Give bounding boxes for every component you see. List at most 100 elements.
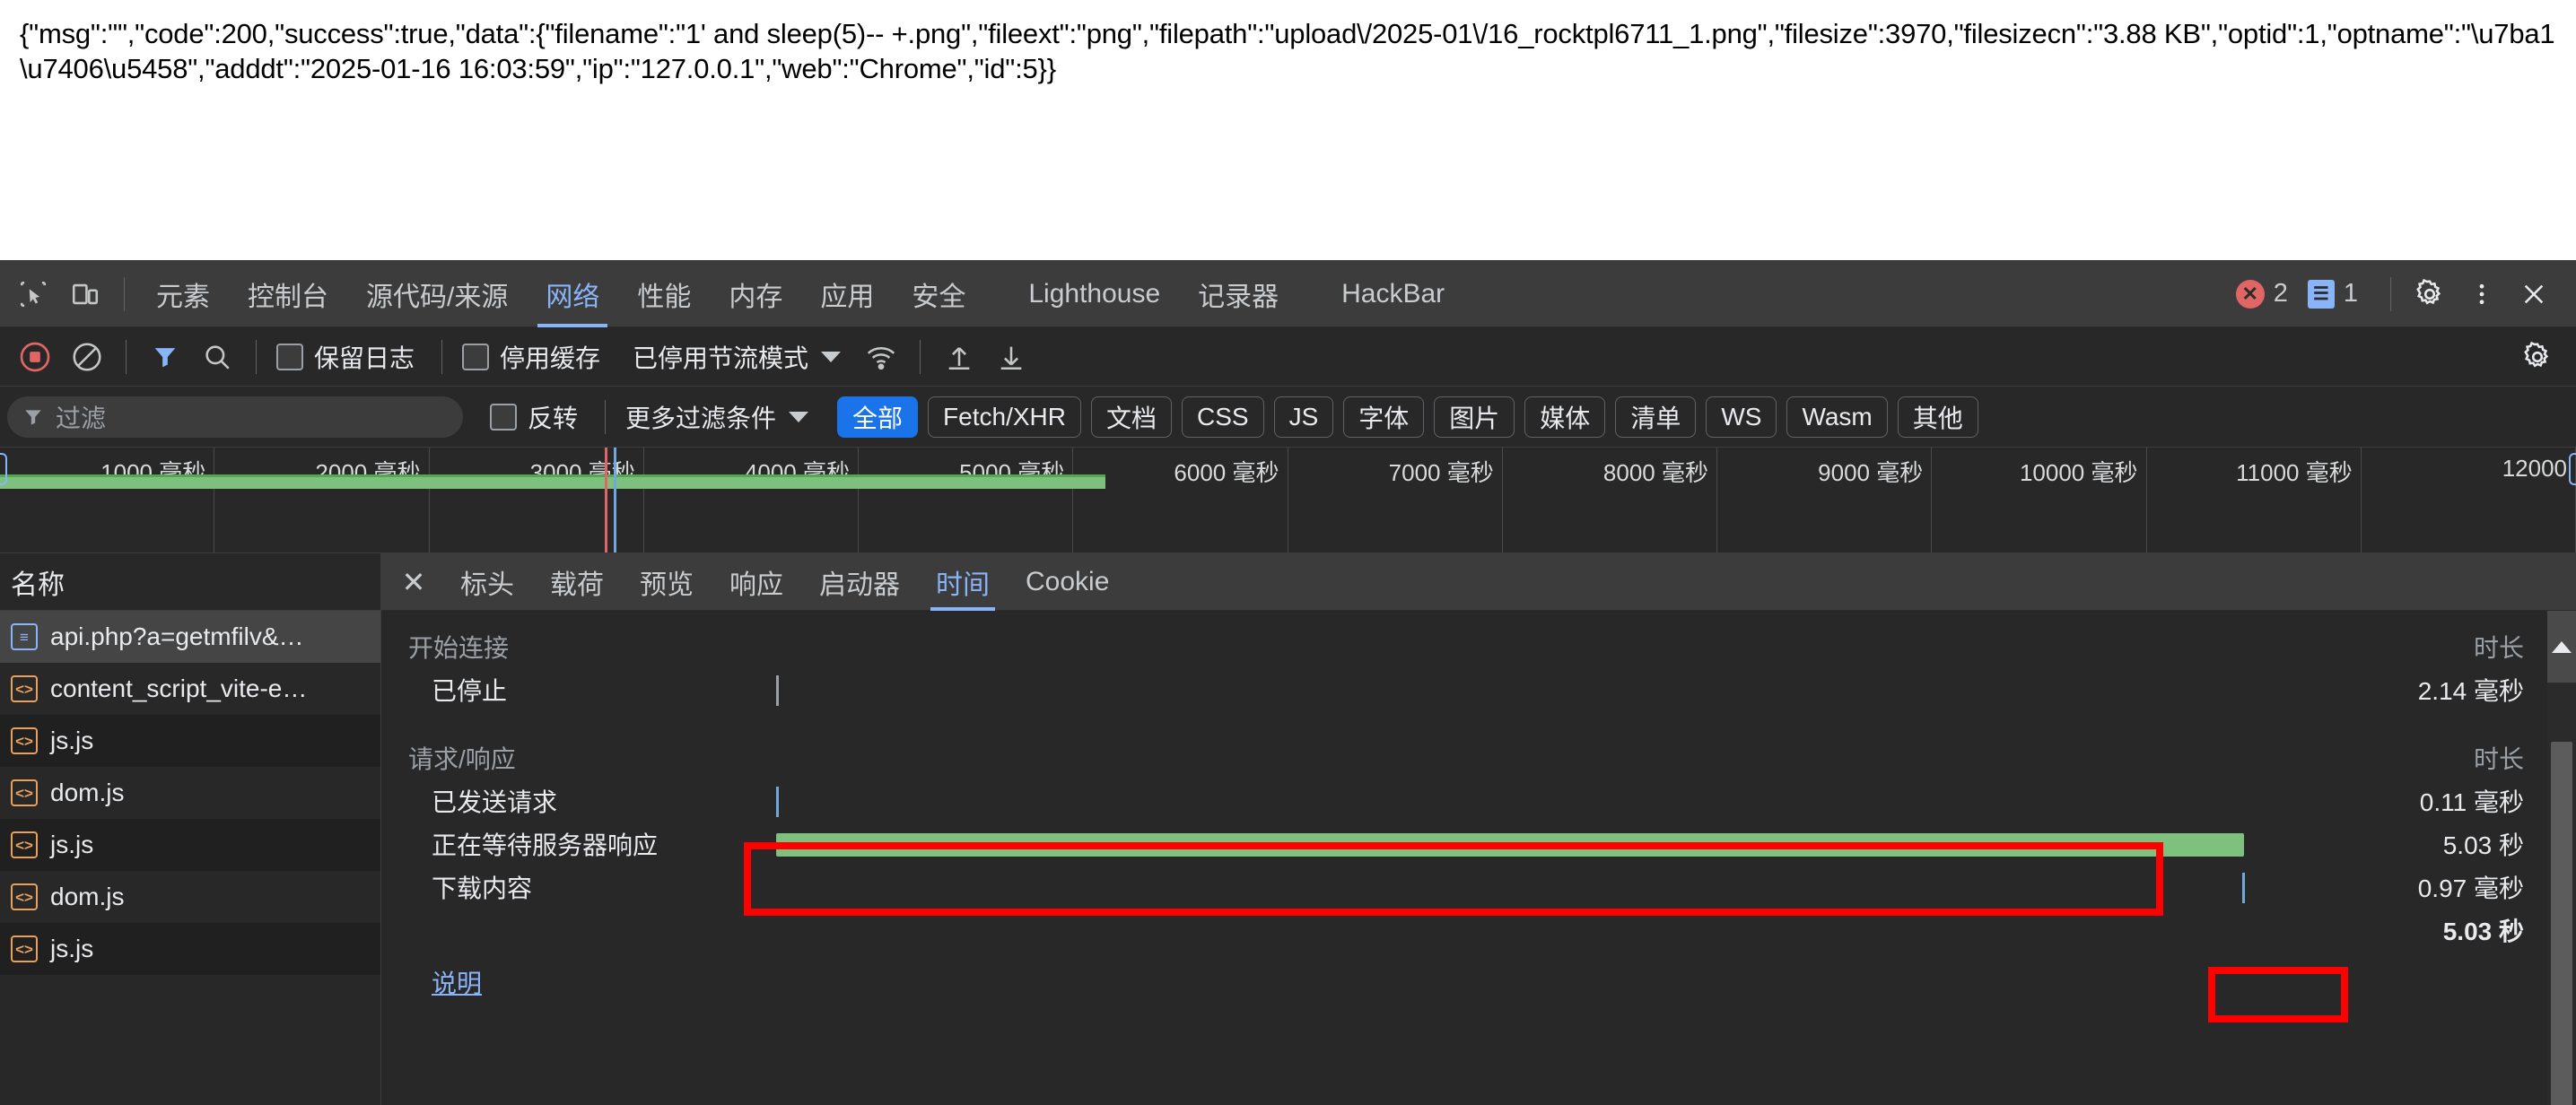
tab-label: 内存 (729, 282, 783, 312)
preserve-log-checkbox[interactable]: 保留日志 (269, 339, 422, 375)
tab-sources[interactable]: 源代码/来源 (347, 261, 527, 327)
tab-performance[interactable]: 性能 (618, 261, 710, 327)
timeline-tick: 8000 毫秒 (1503, 448, 1717, 552)
tab-label: 标头 (460, 570, 514, 600)
timing-bar-track (760, 822, 2330, 866)
pill-label: 清单 (1630, 404, 1681, 432)
filter-input[interactable]: 过滤 (7, 396, 463, 438)
timing-section-header-connection: 开始连接 时长 (381, 625, 2576, 668)
tab-hackbar[interactable]: HackBar (1323, 261, 1463, 327)
request-row-js-2[interactable]: <> js.js (0, 819, 380, 871)
close-icon[interactable] (2508, 268, 2560, 320)
tab-elements[interactable]: 元素 (137, 261, 229, 327)
inspect-element-icon[interactable] (7, 268, 59, 320)
request-row-js-1[interactable]: <> js.js (0, 715, 380, 767)
section-title: 请求/响应 (408, 745, 516, 773)
detail-tab-payload[interactable]: 载荷 (532, 553, 622, 611)
timing-bar-waiting (775, 833, 2244, 857)
filter-type-other[interactable]: 其他 (1897, 396, 1978, 438)
filter-type-img[interactable]: 图片 (1434, 396, 1515, 438)
close-detail-icon[interactable]: ✕ (390, 559, 437, 605)
filter-type-font[interactable]: 字体 (1343, 396, 1425, 438)
overview-load-marker (614, 448, 616, 552)
tab-label: 启动器 (819, 570, 900, 600)
browser-page-content: {"msg":"","code":200,"success":true,"dat… (0, 0, 2576, 260)
wifi-settings-icon[interactable] (855, 331, 907, 383)
timing-total-duration: 5.03 秒 (2442, 918, 2524, 945)
filter-type-all[interactable]: 全部 (837, 396, 919, 438)
overview-selection-left-handle[interactable] (0, 453, 7, 485)
request-detail-pane: ✕ 标头 载荷 预览 响应 启动器 时间 Cookie 开始连接 时长 已停止 (381, 553, 2576, 1105)
timing-duration: 2.14 毫秒 (2417, 677, 2524, 705)
tab-label: 载荷 (550, 570, 604, 600)
timing-duration: 0.97 毫秒 (2417, 874, 2524, 902)
tab-console[interactable]: 控制台 (229, 261, 347, 327)
timing-duration: 5.03 秒 (2442, 831, 2524, 859)
toolbar-divider-3 (441, 339, 443, 374)
request-row-api-php[interactable]: ≡ api.php?a=getmfilv&… (0, 611, 380, 663)
gear-icon[interactable] (2404, 268, 2456, 320)
tab-application[interactable]: 应用 (801, 261, 893, 327)
detail-tab-response[interactable]: 响应 (712, 553, 801, 611)
filter-type-media[interactable]: 媒体 (1524, 396, 1606, 438)
tab-label: 源代码/来源 (366, 282, 509, 312)
error-count-badge[interactable]: ✕ 2 (2235, 279, 2288, 309)
filter-type-wasm[interactable]: Wasm (1786, 396, 1888, 438)
tab-memory[interactable]: 内存 (710, 261, 801, 327)
filter-type-fetch-xhr[interactable]: Fetch/XHR (928, 396, 1081, 438)
tab-label: 性能 (637, 282, 692, 312)
filter-type-ws[interactable]: WS (1706, 396, 1777, 438)
tab-lighthouse[interactable]: Lighthouse (1009, 261, 1179, 327)
scroll-up-button[interactable] (2547, 611, 2576, 683)
detail-tab-initiator[interactable]: 启动器 (801, 553, 918, 611)
clear-icon[interactable] (61, 331, 113, 383)
record-stop-icon[interactable] (9, 331, 61, 383)
tabbar-right-divider (2390, 276, 2391, 311)
tab-network[interactable]: 网络 (527, 261, 618, 327)
scrollbar-thumb[interactable] (2551, 742, 2572, 1105)
detail-tab-timing[interactable]: 时间 (918, 553, 1008, 611)
request-row-dom-2[interactable]: <> dom.js (0, 871, 380, 923)
tick-label: 10000 毫秒 (2019, 459, 2138, 486)
detail-tab-cookies[interactable]: Cookie (1008, 553, 1127, 611)
detail-tab-headers[interactable]: 标头 (442, 553, 532, 611)
timing-bar-request-sent (775, 787, 779, 817)
disable-cache-checkbox[interactable]: 停用缓存 (455, 339, 607, 375)
filter-type-js[interactable]: JS (1273, 396, 1334, 438)
filter-type-manifest[interactable]: 清单 (1615, 396, 1697, 438)
request-row-dom-1[interactable]: <> dom.js (0, 767, 380, 819)
request-row-content-script[interactable]: <> content_script_vite-e… (0, 663, 380, 715)
search-icon[interactable] (191, 331, 243, 383)
invert-checkbox[interactable]: 反转 (483, 399, 585, 435)
filter-type-css[interactable]: CSS (1182, 396, 1264, 438)
tab-security[interactable]: 安全 (893, 261, 984, 327)
overview-selection-right-handle[interactable] (2569, 453, 2576, 485)
network-settings-gear-icon[interactable] (2511, 331, 2563, 383)
detail-scrollbar[interactable] (2547, 611, 2576, 1105)
detail-tab-preview[interactable]: 预览 (622, 553, 712, 611)
script-icon: <> (11, 727, 38, 754)
pill-label: Wasm (1802, 402, 1873, 431)
pill-label: 字体 (1358, 404, 1410, 432)
request-row-js-3[interactable]: <> js.js (0, 923, 380, 975)
more-options-icon[interactable] (2456, 268, 2508, 320)
export-har-icon[interactable] (985, 331, 1037, 383)
message-count-badge[interactable]: ☰ 1 (2307, 279, 2358, 309)
pill-label: JS (1288, 402, 1319, 431)
filter-divider (605, 399, 607, 434)
explanation-link[interactable]: 说明 (381, 964, 482, 1000)
filter-type-doc[interactable]: 文档 (1090, 396, 1172, 438)
import-har-icon[interactable] (933, 331, 985, 383)
timing-label: 正在等待服务器响应 (432, 831, 659, 859)
more-filters-dropdown[interactable]: 更多过滤条件 (618, 399, 816, 435)
device-toolbar-icon[interactable] (59, 268, 111, 320)
tab-recorder[interactable]: 记录器 (1179, 261, 1297, 327)
throttling-dropdown[interactable]: 已停用节流模式 (615, 339, 848, 375)
network-overview-timeline[interactable]: 1000 毫秒 2000 毫秒 3000 毫秒 4000 毫秒 5000 毫秒 … (0, 448, 2576, 553)
request-name: js.js (50, 935, 94, 962)
timing-bar-track (760, 779, 2330, 822)
filter-funnel-icon[interactable] (139, 331, 191, 383)
request-list-column-header[interactable]: 名称 (0, 553, 380, 611)
annotation-box-total-duration (2208, 967, 2348, 1022)
pill-label: 文档 (1105, 404, 1157, 432)
